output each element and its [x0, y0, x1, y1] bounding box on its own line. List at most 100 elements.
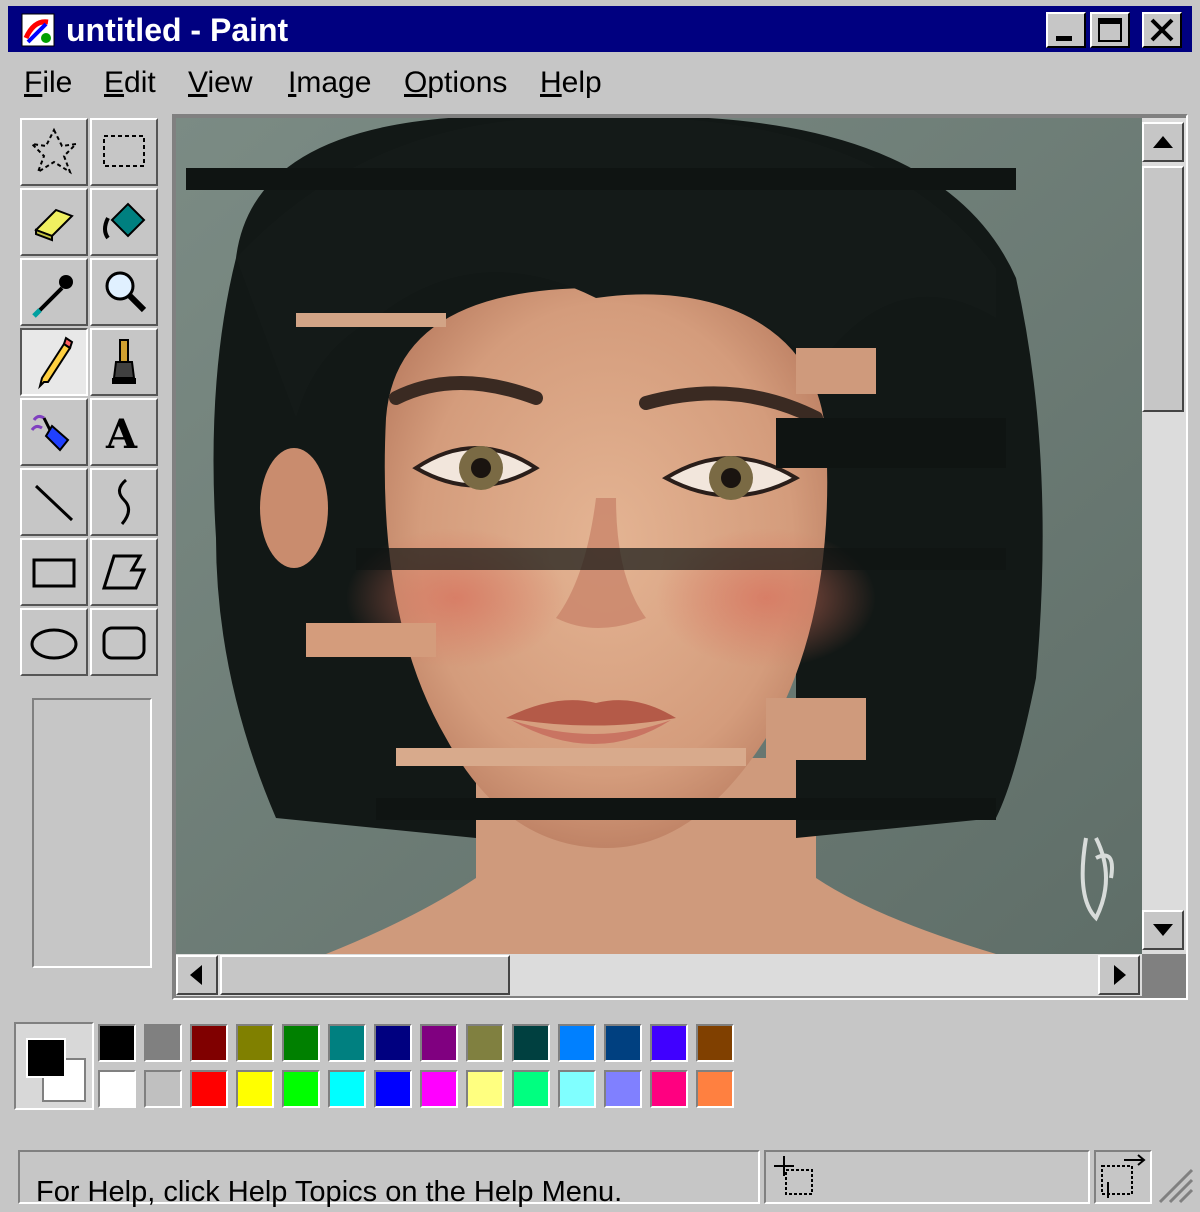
horizontal-scrollbar[interactable] — [176, 954, 1142, 996]
scroll-left-button[interactable] — [176, 955, 218, 995]
status-help-text: For Help, click Help Topics on the Help … — [36, 1176, 623, 1208]
menu-file[interactable]: File — [24, 66, 72, 100]
portrait-artwork — [176, 118, 1142, 954]
palette-swatch-top-6[interactable] — [374, 1024, 412, 1062]
tool-curve[interactable] — [90, 468, 158, 536]
curve-icon — [118, 478, 130, 525]
arrow-left-icon — [190, 965, 202, 985]
tool-box: A — [8, 112, 168, 992]
palette-swatch-top-9[interactable] — [512, 1024, 550, 1062]
pick-color-icon — [32, 275, 73, 318]
palette-swatch-top-1[interactable] — [144, 1024, 182, 1062]
pencil-icon — [38, 336, 74, 390]
rectangle-icon — [32, 558, 76, 588]
status-bar: For Help, click Help Topics on the Help … — [8, 1146, 1194, 1208]
brush-icon — [112, 339, 136, 384]
free-form-select-icon — [29, 127, 79, 175]
tool-airbrush[interactable] — [20, 398, 88, 466]
line-icon — [34, 484, 74, 522]
scroll-right-button[interactable] — [1098, 955, 1140, 995]
palette-swatch-bottom-6[interactable] — [374, 1070, 412, 1108]
cursor-position-icon — [774, 1156, 813, 1195]
palette-swatch-top-0[interactable] — [98, 1024, 136, 1062]
palette-swatch-bottom-10[interactable] — [558, 1070, 596, 1108]
tool-polygon[interactable] — [90, 538, 158, 606]
menu-edit[interactable]: Edit — [104, 66, 156, 100]
status-size-cell — [1094, 1150, 1152, 1204]
paint-app-icon[interactable] — [20, 12, 56, 48]
current-colors[interactable] — [14, 1022, 94, 1110]
palette-swatch-top-10[interactable] — [558, 1024, 596, 1062]
palette-swatch-top-12[interactable] — [650, 1024, 688, 1062]
scroll-down-button[interactable] — [1142, 910, 1184, 950]
palette-swatch-top-8[interactable] — [466, 1024, 504, 1062]
palette-swatch-top-13[interactable] — [696, 1024, 734, 1062]
tool-fill-with-color[interactable] — [90, 188, 158, 256]
palette-swatch-bottom-8[interactable] — [466, 1070, 504, 1108]
tool-pick-color[interactable] — [20, 258, 88, 326]
text-icon: A — [105, 411, 138, 458]
palette-swatch-bottom-5[interactable] — [328, 1070, 366, 1108]
foreground-color-swatch[interactable] — [26, 1038, 66, 1078]
palette-swatch-top-4[interactable] — [282, 1024, 320, 1062]
airbrush-icon — [30, 414, 70, 452]
select-icon — [103, 135, 145, 167]
maximize-icon — [1098, 18, 1122, 42]
resize-grip-icon[interactable] — [1154, 1164, 1194, 1204]
tool-select[interactable] — [90, 118, 158, 186]
palette-swatch-bottom-12[interactable] — [650, 1070, 688, 1108]
selection-size-icon — [1101, 1154, 1146, 1198]
minimize-icon — [1056, 36, 1072, 41]
palette-swatch-top-7[interactable] — [420, 1024, 458, 1062]
palette-swatch-top-11[interactable] — [604, 1024, 642, 1062]
palette-swatch-bottom-11[interactable] — [604, 1070, 642, 1108]
drawing-canvas[interactable] — [176, 118, 1142, 954]
menu-view[interactable]: View — [188, 66, 252, 100]
palette-swatch-bottom-4[interactable] — [282, 1070, 320, 1108]
palette-swatch-bottom-2[interactable] — [190, 1070, 228, 1108]
polygon-icon — [101, 554, 147, 590]
title-bar[interactable]: untitled - Paint — [8, 6, 1192, 52]
palette-swatch-bottom-0[interactable] — [98, 1070, 136, 1108]
window-title: untitled - Paint — [66, 12, 289, 48]
fill-with-color-icon — [103, 202, 146, 240]
color-box — [8, 1018, 736, 1114]
palette-swatch-bottom-9[interactable] — [512, 1070, 550, 1108]
tool-line[interactable] — [20, 468, 88, 536]
tool-rounded-rectangle[interactable] — [90, 608, 158, 676]
eraser-icon — [34, 208, 74, 242]
palette-swatch-bottom-13[interactable] — [696, 1070, 734, 1108]
tool-brush[interactable] — [90, 328, 158, 396]
palette-swatch-top-2[interactable] — [190, 1024, 228, 1062]
arrow-down-icon — [1153, 924, 1173, 936]
palette-swatch-top-3[interactable] — [236, 1024, 274, 1062]
maximize-button[interactable] — [1090, 12, 1130, 48]
arrow-right-icon — [1114, 965, 1126, 985]
tool-rectangle[interactable] — [20, 538, 88, 606]
tool-ellipse[interactable] — [20, 608, 88, 676]
rounded-rectangle-icon — [102, 626, 146, 660]
minimize-button[interactable] — [1046, 12, 1086, 48]
status-help-cell: For Help, click Help Topics on the Help … — [18, 1150, 760, 1208]
horizontal-scroll-thumb[interactable] — [220, 955, 510, 995]
vertical-scrollbar[interactable] — [1142, 118, 1186, 954]
palette-swatch-bottom-7[interactable] — [420, 1070, 458, 1108]
menu-image[interactable]: Image — [288, 66, 371, 100]
tool-eraser[interactable] — [20, 188, 88, 256]
tool-pencil[interactable] — [20, 328, 88, 396]
tool-options-box[interactable] — [32, 698, 152, 968]
paint-window: untitled - Paint File Edit View Image Op… — [0, 0, 1200, 1212]
vertical-scroll-thumb[interactable] — [1142, 166, 1184, 412]
tool-magnifier[interactable] — [90, 258, 158, 326]
scroll-up-button[interactable] — [1142, 122, 1184, 162]
palette-swatch-bottom-1[interactable] — [144, 1070, 182, 1108]
arrow-up-icon — [1153, 136, 1173, 148]
tool-free-form-select[interactable] — [20, 118, 88, 186]
menu-help[interactable]: Help — [540, 66, 602, 100]
menu-options[interactable]: Options — [404, 66, 507, 100]
close-button[interactable] — [1142, 12, 1182, 48]
palette-swatch-bottom-3[interactable] — [236, 1070, 274, 1108]
palette-swatch-top-5[interactable] — [328, 1024, 366, 1062]
ellipse-icon — [30, 628, 78, 660]
tool-text[interactable]: A — [90, 398, 158, 466]
